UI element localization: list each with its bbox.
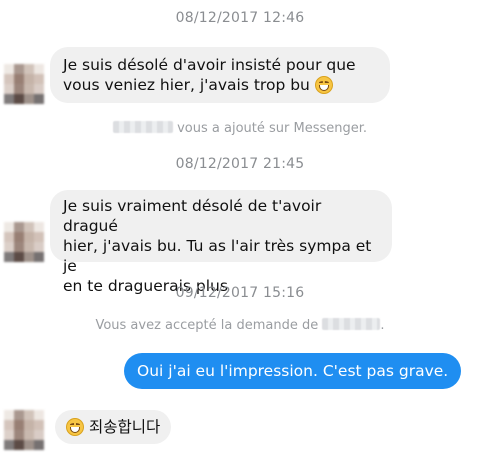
notice-text: Vous avez accepté la demande de bbox=[95, 318, 319, 333]
grinning-face-icon bbox=[66, 418, 84, 436]
blurred-contact-name bbox=[112, 121, 173, 133]
contact-avatar[interactable] bbox=[4, 64, 44, 104]
system-notice: Vous avez accepté la demande de . bbox=[0, 318, 480, 333]
system-notice: vous a ajouté sur Messenger. bbox=[0, 121, 480, 136]
notice-suffix: . bbox=[380, 318, 385, 333]
message-text: 죄송합니다 bbox=[88, 418, 161, 436]
contact-avatar[interactable] bbox=[4, 410, 44, 450]
notice-text: vous a ajouté sur Messenger. bbox=[177, 121, 368, 136]
message-bubble-outgoing[interactable]: Oui j'ai eu l'impression. C'est pas grav… bbox=[124, 353, 462, 389]
message-bubble-incoming[interactable]: 죄송합니다 bbox=[55, 410, 172, 444]
contact-avatar[interactable] bbox=[4, 222, 44, 262]
timestamp: 09/12/2017 15:16 bbox=[175, 285, 305, 301]
blurred-contact-name bbox=[322, 318, 381, 330]
conversation-thread: 08/12/2017 12:46 Je suis désolé d'avoir … bbox=[0, 0, 480, 454]
message-bubble-incoming[interactable]: Je suis vraiment désolé de t'avoir dragu… bbox=[50, 190, 392, 295]
grinning-face-icon bbox=[314, 76, 333, 94]
timestamp: 08/12/2017 21:45 bbox=[175, 156, 305, 172]
message-bubble-incoming[interactable]: Je suis désolé d'avoir insisté pour que … bbox=[50, 47, 390, 103]
timestamp: 08/12/2017 12:46 bbox=[175, 10, 305, 26]
message-text: Je suis désolé d'avoir insisté pour que … bbox=[63, 56, 356, 94]
